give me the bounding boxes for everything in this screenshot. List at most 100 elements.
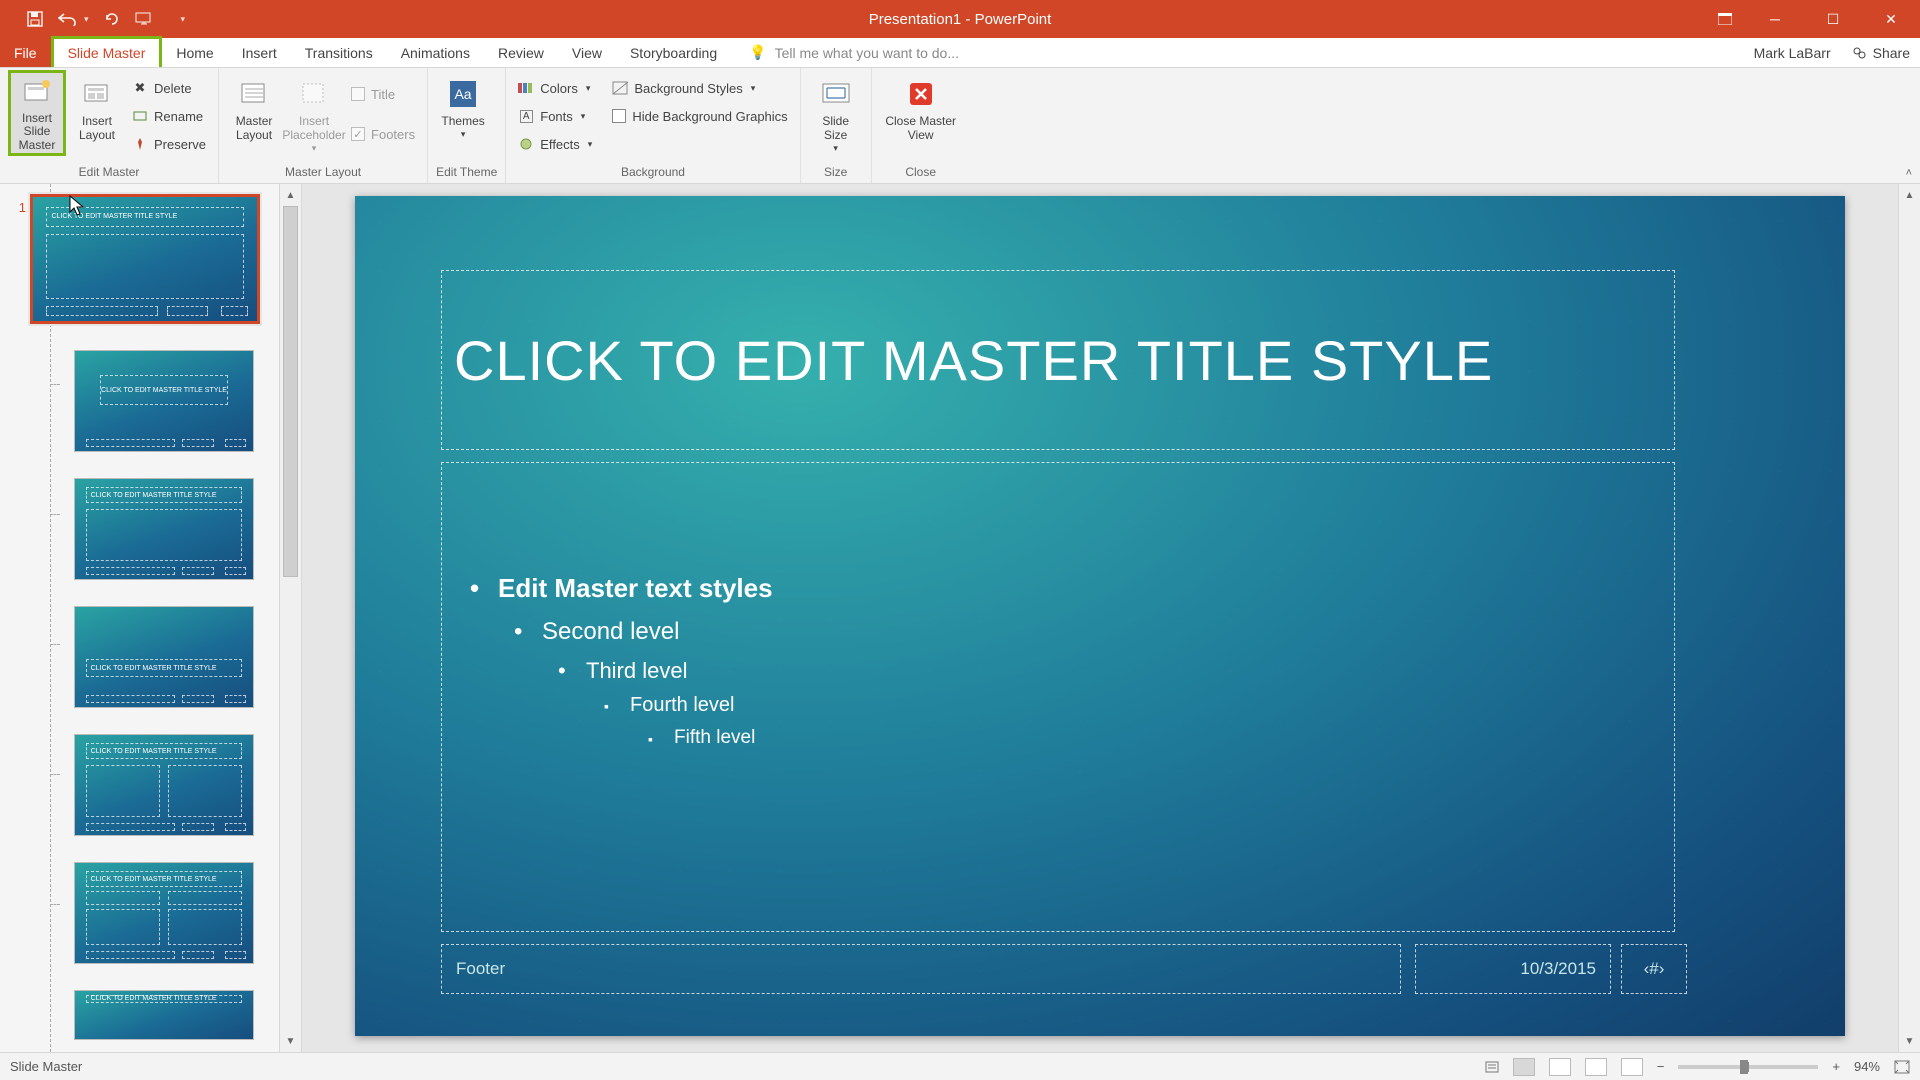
fit-to-window-button[interactable]: [1894, 1060, 1910, 1074]
thumb-title: CLICK TO EDIT MASTER TITLE STYLE: [46, 207, 243, 227]
tab-file[interactable]: File: [0, 38, 51, 67]
notes-button[interactable]: [1485, 1061, 1499, 1073]
tab-storyboarding[interactable]: Storyboarding: [616, 38, 731, 67]
slideshow-view-button[interactable]: [1621, 1058, 1643, 1076]
tab-insert[interactable]: Insert: [228, 38, 291, 67]
zoom-slider[interactable]: [1678, 1065, 1818, 1069]
close-button[interactable]: ✕: [1862, 0, 1920, 38]
insert-placeholder-button[interactable]: Insert Placeholder ▾: [285, 72, 343, 158]
title-checkbox[interactable]: Title: [347, 82, 419, 106]
share-label: Share: [1873, 45, 1910, 61]
thumb-footer: [86, 823, 175, 831]
thumb-footer: [86, 567, 175, 575]
scrollbar-thumb[interactable]: [283, 206, 298, 577]
fonts-button[interactable]: AFonts▾: [514, 104, 596, 128]
slide-number-placeholder[interactable]: ‹#›: [1621, 944, 1687, 994]
tab-home[interactable]: Home: [162, 38, 227, 67]
canvas-scrollbar[interactable]: ▲ ▼: [1898, 184, 1920, 1052]
undo-icon[interactable]: [58, 10, 76, 28]
layout-thumbnail[interactable]: CLICK TO EDIT MASTER TITLE STYLE: [74, 350, 254, 452]
close-master-view-button[interactable]: Close Master View: [880, 72, 962, 158]
scroll-up-icon[interactable]: ▲: [1899, 184, 1920, 206]
status-view-mode: Slide Master: [10, 1059, 82, 1074]
slide-canvas[interactable]: CLICK TO EDIT MASTER TITLE STYLE Edit Ma…: [302, 184, 1898, 1052]
preserve-button[interactable]: Preserve: [128, 132, 210, 156]
body-level-3: Third level: [470, 658, 1646, 684]
tab-slide-master[interactable]: Slide Master: [51, 36, 163, 67]
share-button[interactable]: Share: [1851, 45, 1910, 61]
group-caption-close: Close: [880, 163, 962, 181]
tab-animations[interactable]: Animations: [387, 38, 484, 67]
scroll-down-icon[interactable]: ▼: [280, 1030, 301, 1052]
maximize-button[interactable]: ☐: [1804, 0, 1862, 38]
body-level-2: Second level: [470, 618, 1646, 646]
tab-view[interactable]: View: [558, 38, 616, 67]
scroll-up-icon[interactable]: ▲: [280, 184, 301, 206]
group-caption-background: Background: [514, 163, 791, 181]
normal-view-button[interactable]: [1513, 1058, 1535, 1076]
thumb-title: CLICK TO EDIT MASTER TITLE STYLE: [100, 375, 228, 405]
scroll-down-icon[interactable]: ▼: [1899, 1030, 1920, 1052]
colors-button[interactable]: Colors▾: [514, 76, 596, 100]
colors-label: Colors: [540, 81, 578, 96]
undo-dropdown-icon[interactable]: ▾: [84, 14, 89, 25]
tab-review[interactable]: Review: [484, 38, 558, 67]
thumb-pagenum: [225, 567, 246, 575]
zoom-out-button[interactable]: −: [1657, 1059, 1665, 1074]
slide-size-button[interactable]: Slide Size ▾: [809, 72, 863, 158]
checkbox-icon: [351, 87, 365, 101]
footer-placeholder[interactable]: Footer: [441, 944, 1401, 994]
insert-placeholder-label: Insert Placeholder: [282, 115, 345, 143]
rename-icon: [132, 108, 148, 124]
thumb-caption: [86, 891, 161, 905]
date-text: 10/3/2015: [1520, 959, 1596, 979]
body-placeholder[interactable]: Edit Master text styles Second level Thi…: [441, 462, 1675, 932]
effects-button[interactable]: Effects▾: [514, 132, 596, 156]
collapse-ribbon-icon[interactable]: ˄: [1906, 167, 1912, 179]
qat-customize-icon[interactable]: ▾: [181, 14, 186, 25]
insert-slide-master-label: Insert Slide Master: [11, 112, 63, 153]
workspace: 1 CLICK TO EDIT MASTER TITLE STYLE CLICK…: [0, 184, 1920, 1052]
svg-text:Aa: Aa: [455, 86, 472, 102]
rename-button[interactable]: Rename: [128, 104, 210, 128]
hide-background-checkbox[interactable]: Hide Background Graphics: [608, 104, 791, 128]
insert-slide-master-button[interactable]: Insert Slide Master: [8, 70, 66, 156]
delete-button[interactable]: ✖Delete: [128, 76, 210, 100]
layout-thumbnail[interactable]: CLICK TO EDIT MASTER TITLE STYLE: [74, 478, 254, 580]
redo-icon[interactable]: [103, 10, 121, 28]
background-styles-button[interactable]: Background Styles▾: [608, 76, 791, 100]
thumb-body: [168, 909, 243, 945]
insert-layout-button[interactable]: Insert Layout: [70, 72, 124, 158]
zoom-in-button[interactable]: +: [1832, 1059, 1840, 1074]
thumbnail-list[interactable]: 1 CLICK TO EDIT MASTER TITLE STYLE CLICK…: [0, 184, 279, 1052]
tell-me-search[interactable]: 💡 Tell me what you want to do...: [731, 38, 959, 67]
layout-thumbnail[interactable]: CLICK TO EDIT MASTER TITLE STYLE: [74, 990, 254, 1040]
themes-button[interactable]: Aa Themes ▾: [436, 72, 490, 158]
slide-master-preview[interactable]: CLICK TO EDIT MASTER TITLE STYLE Edit Ma…: [355, 196, 1845, 1036]
master-layout-label: Master Layout: [228, 115, 280, 143]
background-styles-icon: [612, 80, 628, 96]
window-title: Presentation1 - PowerPoint: [869, 11, 1052, 28]
thumbnail-scrollbar[interactable]: ▲ ▼: [279, 184, 301, 1052]
footers-checkbox-label: Footers: [371, 127, 415, 142]
date-placeholder[interactable]: 10/3/2015: [1415, 944, 1611, 994]
signed-in-user[interactable]: Mark LaBarr: [1754, 45, 1831, 61]
minimize-button[interactable]: ─: [1746, 0, 1804, 38]
save-icon[interactable]: [26, 10, 44, 28]
master-layout-button[interactable]: Master Layout: [227, 72, 281, 158]
tab-transitions[interactable]: Transitions: [291, 38, 387, 67]
layout-thumbnail[interactable]: CLICK TO EDIT MASTER TITLE STYLE: [74, 606, 254, 708]
layout-thumbnail[interactable]: CLICK TO EDIT MASTER TITLE STYLE: [74, 862, 254, 964]
start-from-beginning-icon[interactable]: [135, 10, 153, 28]
layout-thumbnail[interactable]: CLICK TO EDIT MASTER TITLE STYLE: [74, 734, 254, 836]
footers-checkbox[interactable]: ✓Footers: [347, 122, 419, 146]
slide-sorter-view-button[interactable]: [1549, 1058, 1571, 1076]
lightbulb-icon: 💡: [749, 44, 766, 61]
slide-size-icon: [819, 77, 853, 111]
zoom-level[interactable]: 94%: [1854, 1059, 1880, 1074]
title-placeholder[interactable]: CLICK TO EDIT MASTER TITLE STYLE: [441, 270, 1675, 450]
slide-master-thumbnail[interactable]: CLICK TO EDIT MASTER TITLE STYLE: [30, 194, 260, 324]
reading-view-button[interactable]: [1585, 1058, 1607, 1076]
ribbon-display-options-icon[interactable]: [1704, 0, 1746, 38]
zoom-slider-knob[interactable]: [1740, 1060, 1748, 1074]
